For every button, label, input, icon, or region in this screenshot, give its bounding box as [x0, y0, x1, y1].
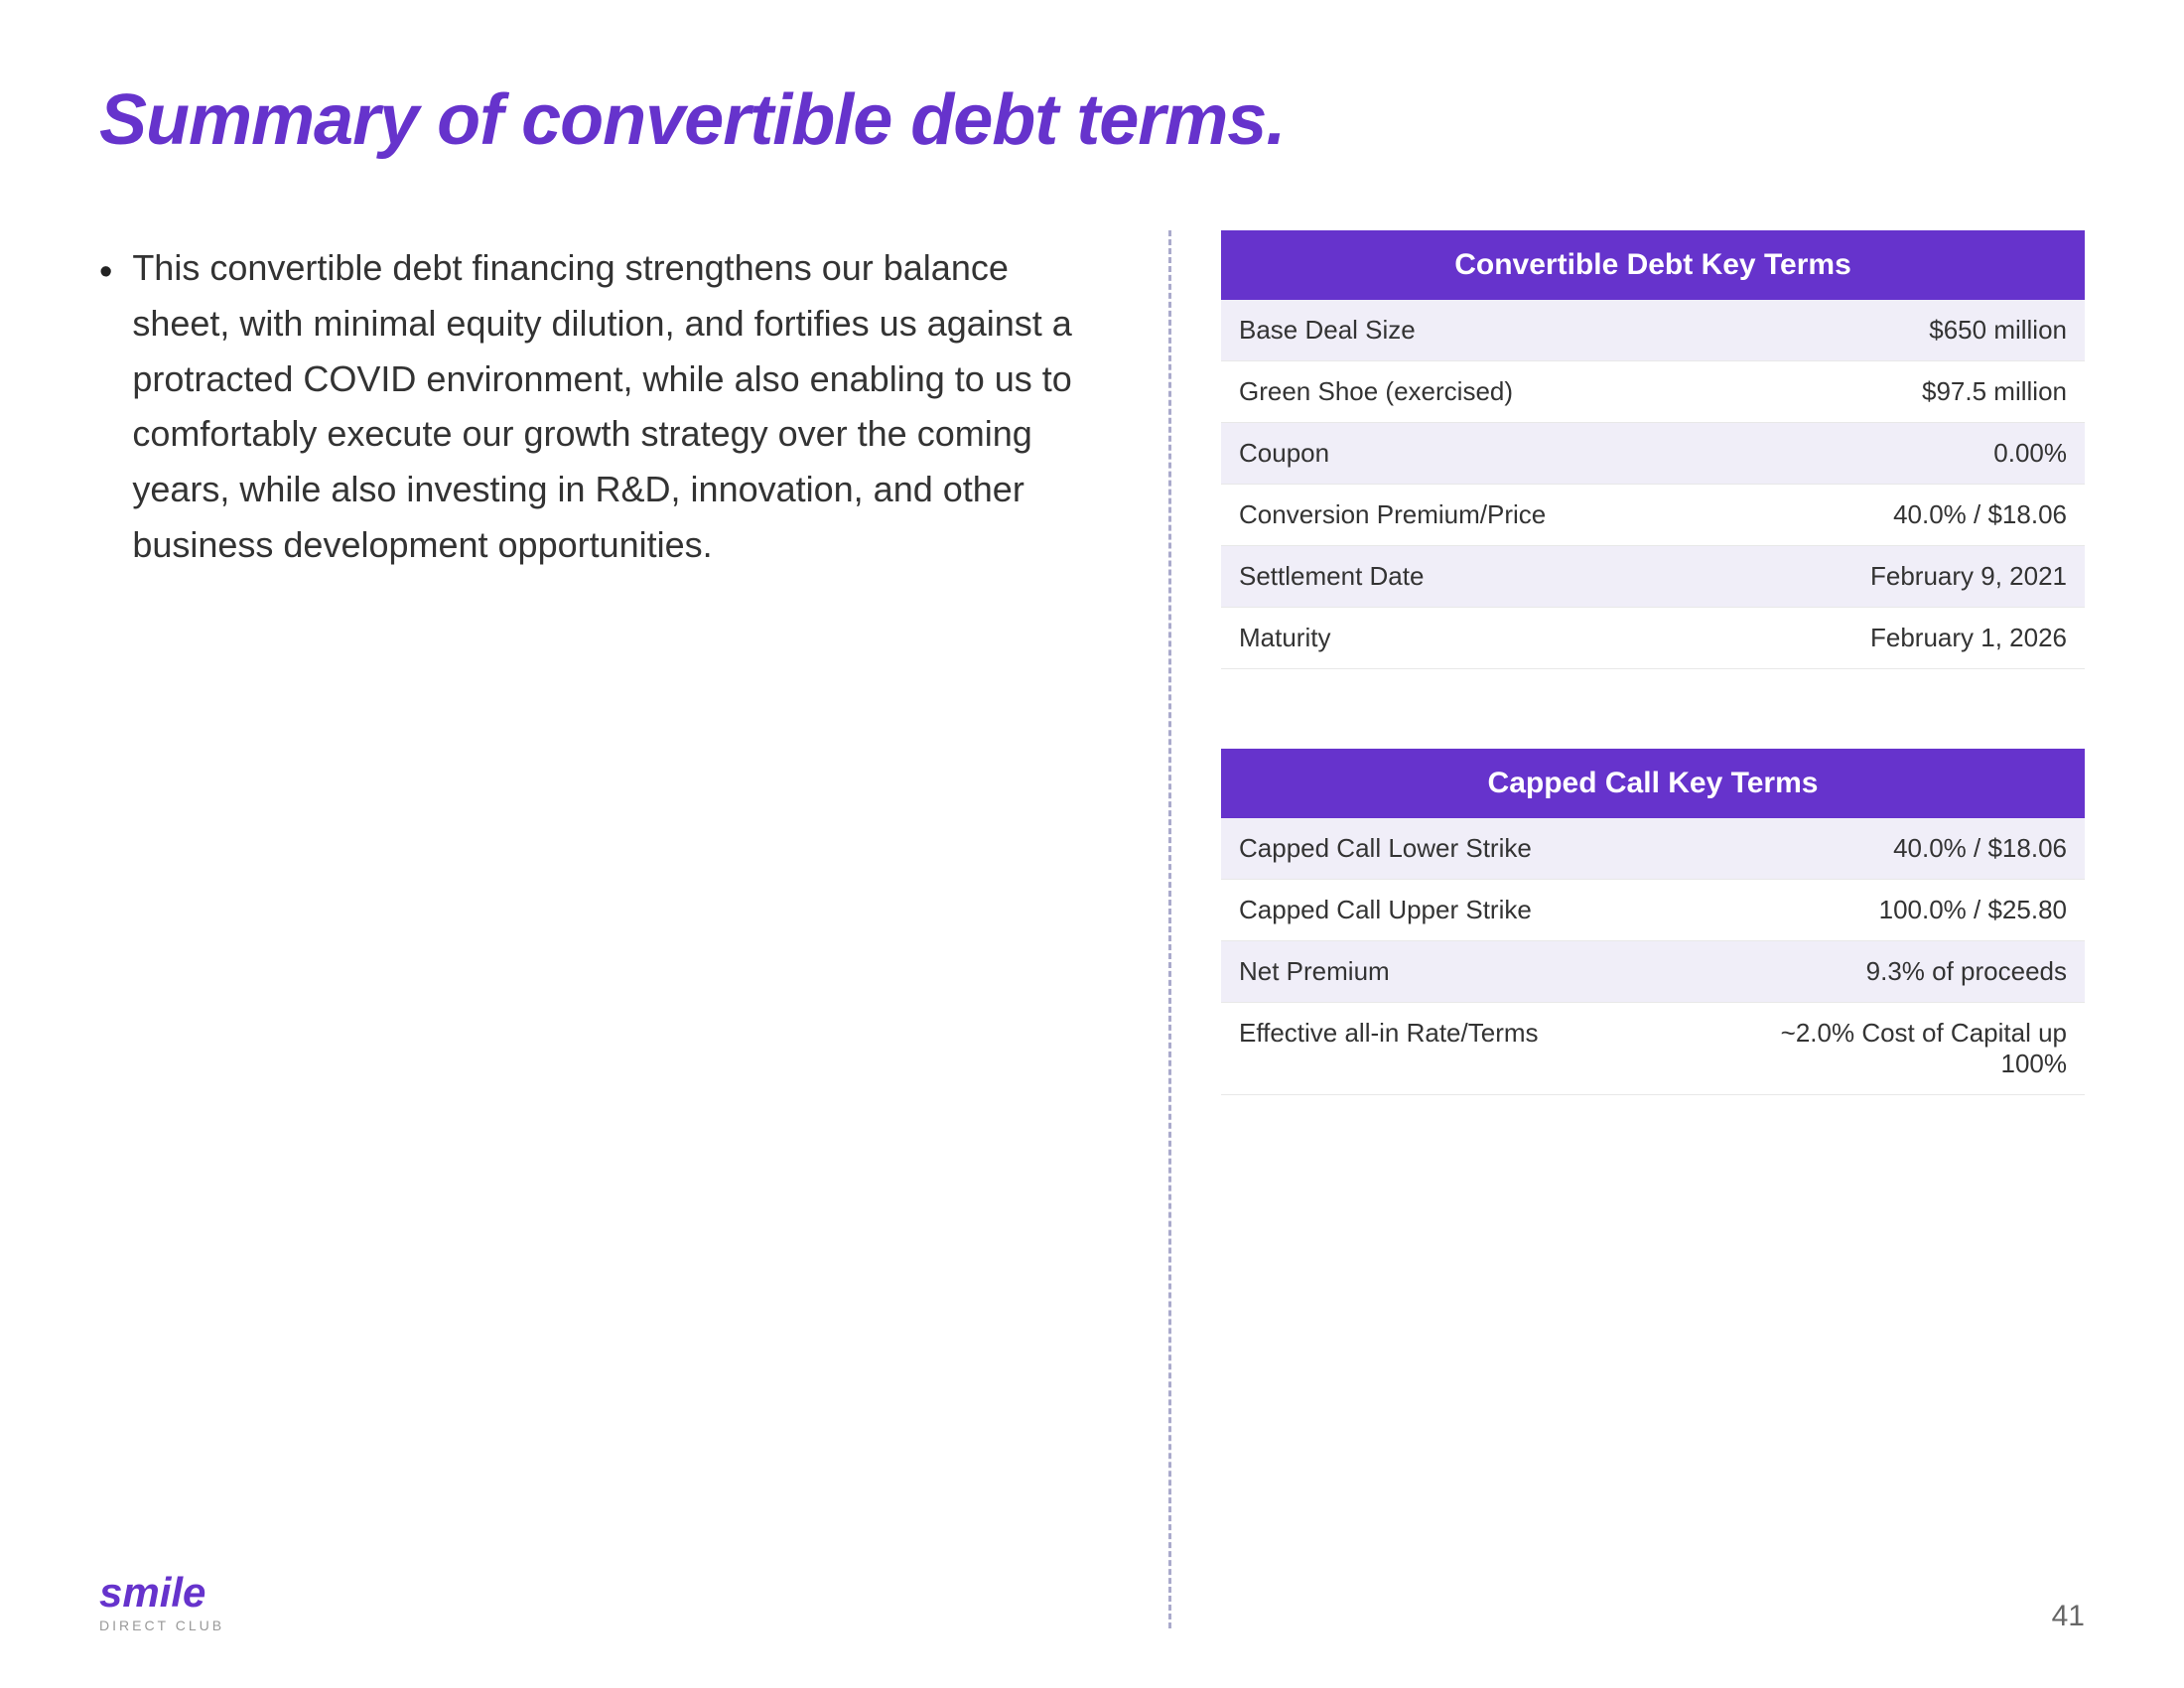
left-panel: • This convertible debt financing streng…	[99, 230, 1167, 1628]
bullet-text: This convertible debt financing strength…	[132, 240, 1108, 573]
table-row: Settlement Date February 9, 2021	[1221, 546, 2085, 608]
table-row: Maturity February 1, 2026	[1221, 608, 2085, 669]
table-row: Capped Call Upper Strike 100.0% / $25.80	[1221, 880, 2085, 941]
row-label: Effective all-in Rate/Terms	[1221, 1003, 1737, 1095]
row-label: Maturity	[1221, 608, 1737, 669]
table-row: Conversion Premium/Price 40.0% / $18.06	[1221, 485, 2085, 546]
row-value: $650 million	[1737, 300, 2085, 361]
row-value: 9.3% of proceeds	[1737, 941, 2085, 1003]
row-label: Net Premium	[1221, 941, 1737, 1003]
divider-column	[1167, 230, 1171, 1628]
row-label: Green Shoe (exercised)	[1221, 361, 1737, 423]
page-title: Summary of convertible debt terms.	[99, 79, 2085, 161]
table-row: Green Shoe (exercised) $97.5 million	[1221, 361, 2085, 423]
convertible-table-header: Convertible Debt Key Terms	[1221, 230, 2085, 300]
bullet-dot: •	[99, 244, 112, 301]
convertible-debt-table: Convertible Debt Key Terms Base Deal Siz…	[1221, 230, 2085, 669]
page-number: 41	[2052, 1600, 2085, 1633]
row-value: 40.0% / $18.06	[1737, 485, 2085, 546]
right-panel: Convertible Debt Key Terms Base Deal Siz…	[1221, 230, 2085, 1628]
convertible-table-body: Base Deal Size $650 million Green Shoe (…	[1221, 300, 2085, 669]
capped-call-table: Capped Call Key Terms Capped Call Lower …	[1221, 749, 2085, 1095]
row-label: Conversion Premium/Price	[1221, 485, 1737, 546]
row-label: Coupon	[1221, 423, 1737, 485]
table-row: Base Deal Size $650 million	[1221, 300, 2085, 361]
row-label: Settlement Date	[1221, 546, 1737, 608]
capped-call-table-header: Capped Call Key Terms	[1221, 749, 2085, 818]
page: Summary of convertible debt terms. • Thi…	[0, 0, 2184, 1688]
logo-subtitle: DIRECT CLUB	[99, 1618, 224, 1633]
row-label: Base Deal Size	[1221, 300, 1737, 361]
row-value: February 1, 2026	[1737, 608, 2085, 669]
row-value: ~2.0% Cost of Capital up 100%	[1737, 1003, 2085, 1095]
row-value: $97.5 million	[1737, 361, 2085, 423]
table-row: Coupon 0.00%	[1221, 423, 2085, 485]
capped-call-table-body: Capped Call Lower Strike 40.0% / $18.06 …	[1221, 818, 2085, 1095]
table-row: Net Premium 9.3% of proceeds	[1221, 941, 2085, 1003]
logo-smile: smile	[99, 1572, 224, 1614]
section-gap	[1221, 709, 2085, 749]
content-area: • This convertible debt financing streng…	[99, 230, 2085, 1628]
row-label: Capped Call Upper Strike	[1221, 880, 1737, 941]
logo-area: smile DIRECT CLUB	[99, 1572, 224, 1633]
dashed-line	[1168, 230, 1171, 1628]
bullet-point: • This convertible debt financing streng…	[99, 240, 1108, 573]
row-value: 40.0% / $18.06	[1737, 818, 2085, 880]
row-value: 100.0% / $25.80	[1737, 880, 2085, 941]
row-value: 0.00%	[1737, 423, 2085, 485]
table-row: Capped Call Lower Strike 40.0% / $18.06	[1221, 818, 2085, 880]
row-label: Capped Call Lower Strike	[1221, 818, 1737, 880]
table-row: Effective all-in Rate/Terms ~2.0% Cost o…	[1221, 1003, 2085, 1095]
row-value: February 9, 2021	[1737, 546, 2085, 608]
